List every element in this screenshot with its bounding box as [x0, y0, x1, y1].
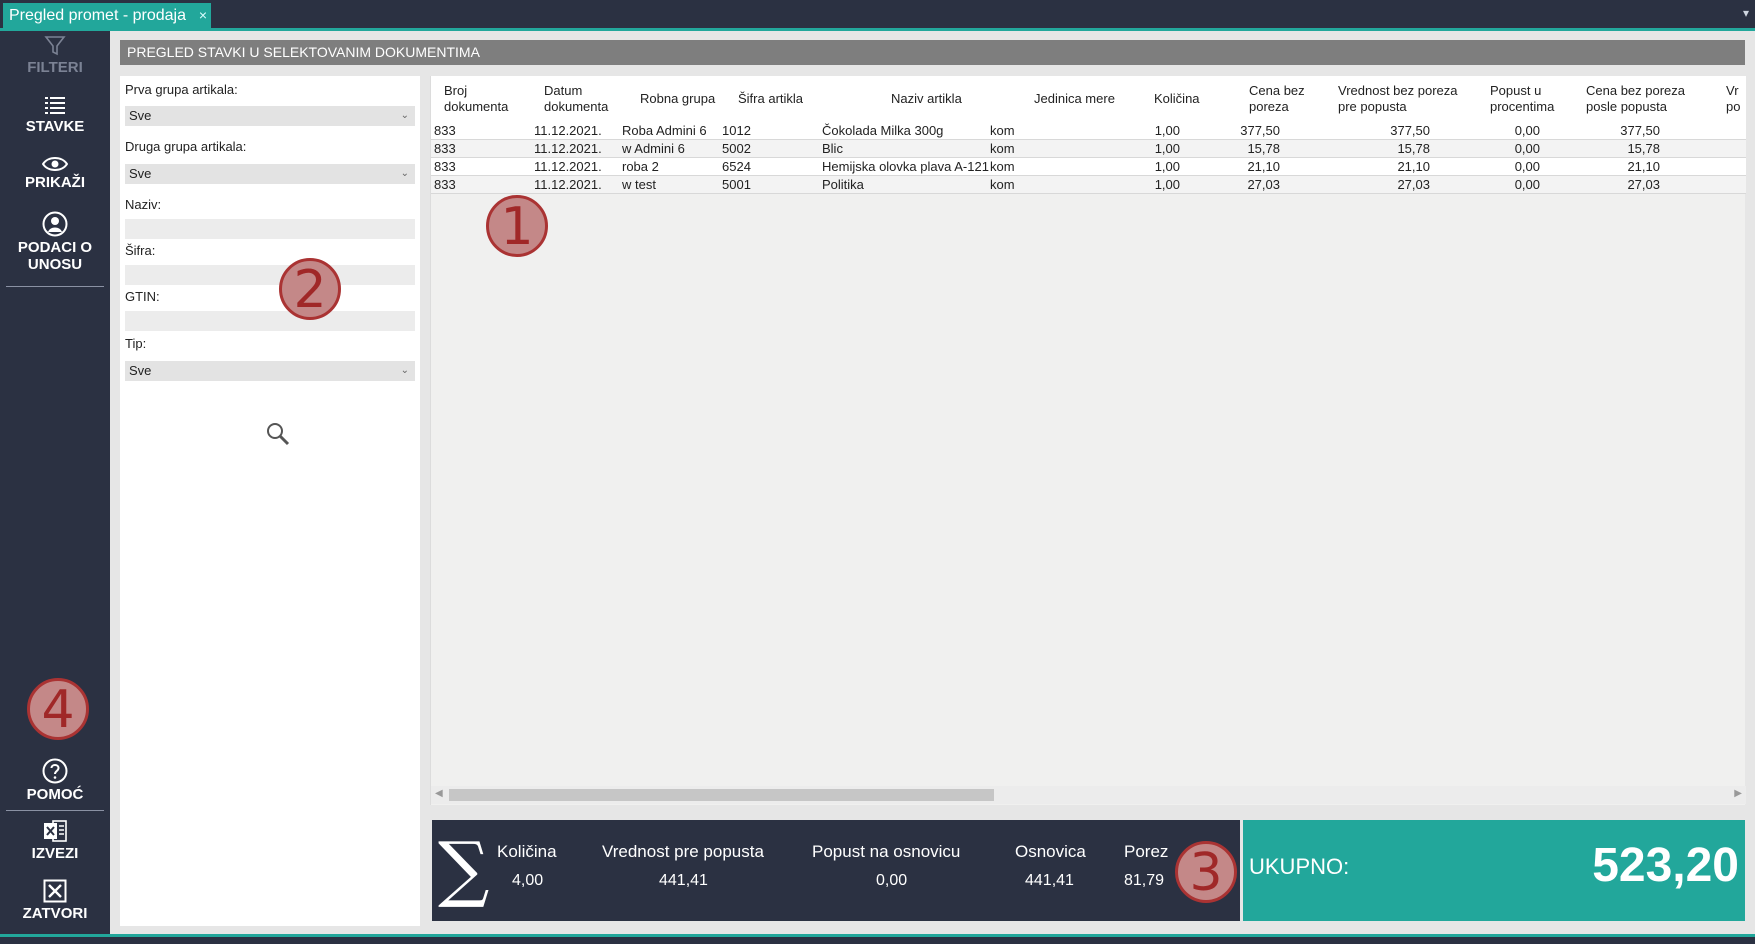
callout-1: 1: [486, 195, 548, 257]
col-vrednost-bez-poreza[interactable]: Vrednost bez poreza pre popusta: [1338, 76, 1478, 122]
druga-grupa-label: Druga grupa artikala:: [125, 139, 247, 154]
table-row[interactable]: 833 11.12.2021. roba 2 6524 Hemijska olo…: [431, 158, 1746, 176]
table-row[interactable]: 833 11.12.2021. w Admini 6 5002 Blic kom…: [431, 140, 1746, 158]
grand-total: UKUPNO: 523,20: [1243, 820, 1745, 921]
col-broj-dokumenta[interactable]: Broj dokumenta: [444, 76, 524, 122]
tab-menu-icon[interactable]: ▾: [1743, 6, 1749, 20]
zatvori-label: ZATVORI: [22, 905, 88, 922]
col-cena-bez-poreza[interactable]: Cena bez poreza: [1249, 76, 1319, 122]
prva-grupa-select[interactable]: Sve ⌄: [125, 106, 415, 126]
col-datum-dokumenta[interactable]: Datum dokumenta: [544, 76, 624, 122]
pomoc-button[interactable]: POMOĆ: [0, 758, 110, 803]
bottom-border: [0, 934, 1755, 937]
sifra-input[interactable]: [125, 265, 415, 285]
scroll-right-icon[interactable]: ▶: [1734, 788, 1742, 799]
druga-grupa-value: Sve: [129, 166, 152, 181]
col-kolicina[interactable]: Količina: [1154, 76, 1224, 122]
col-robna-grupa[interactable]: Robna grupa: [640, 76, 730, 122]
prva-grupa-label: Prva grupa artikala:: [125, 82, 238, 97]
pomoc-label: POMOĆ: [26, 786, 84, 803]
page-title: PREGLED STAVKI U SELEKTOVANIM DOKUMENTIM…: [120, 40, 1745, 65]
eye-icon: [42, 157, 68, 171]
gtin-input[interactable]: [125, 311, 415, 331]
col-cena-posle-popusta[interactable]: Cena bez poreza posle popusta: [1586, 76, 1696, 122]
callout-4: 4: [27, 678, 89, 740]
podaci-label-1: PODACI O: [17, 239, 93, 256]
excel-icon: [44, 820, 67, 842]
scroll-left-icon[interactable]: ◀: [435, 788, 443, 799]
tip-select[interactable]: Sve ⌄: [125, 361, 415, 381]
tip-label: Tip:: [125, 336, 147, 351]
col-naziv-artikla[interactable]: Naziv artikla: [891, 76, 1001, 122]
list-icon: [45, 97, 65, 114]
sidebar: FILTERI STAVKE PRIKAŽI PODACI O UNOSU PO…: [0, 31, 110, 934]
close-box-icon: [43, 879, 67, 903]
main-area: PREGLED STAVKI U SELEKTOVANIM DOKUMENTIM…: [110, 31, 1755, 934]
grid-header: Broj dokumenta Datum dokumenta Robna grupa…: [431, 76, 1746, 122]
naziv-label: Naziv:: [125, 197, 162, 212]
ukupno-label: UKUPNO:: [1249, 854, 1350, 879]
prva-grupa-value: Sve: [129, 108, 152, 123]
col-sifra-artikla[interactable]: Šifra artikla: [738, 76, 828, 122]
izvezi-label: IZVEZI: [31, 845, 79, 862]
prikazi-button[interactable]: PRIKAŽI: [0, 156, 110, 191]
close-icon[interactable]: ×: [199, 3, 207, 28]
search-icon[interactable]: [265, 421, 291, 447]
gtin-label: GTIN:: [125, 289, 160, 304]
table-row[interactable]: 833 11.12.2021. w test 5001 Politika kom…: [431, 176, 1746, 194]
sigma-icon: ∑: [438, 826, 490, 910]
prikazi-label: PRIKAŽI: [25, 174, 85, 191]
sidebar-divider: [6, 286, 104, 287]
filter-panel: Prva grupa artikala: Sve ⌄ Druga grupa a…: [120, 76, 420, 926]
col-popust-u-procentima[interactable]: Popust u procentima: [1490, 76, 1570, 122]
sifra-label: Šifra:: [125, 243, 156, 258]
druga-grupa-select[interactable]: Sve ⌄: [125, 164, 415, 184]
zatvori-button[interactable]: ZATVORI: [0, 879, 110, 922]
tab-title: Pregled promet - prodaja: [9, 7, 186, 24]
table-row[interactable]: 833 11.12.2021. Roba Admini 6 1012 Čokol…: [431, 122, 1746, 140]
help-icon: [42, 758, 68, 784]
podaci-label-2: UNOSU: [27, 256, 83, 273]
chevron-down-icon: ⌄: [400, 365, 409, 376]
filteri-button[interactable]: FILTERI: [0, 35, 110, 76]
sidebar-divider-2: [6, 810, 104, 811]
tab-bar: Pregled promet - prodaja × ▾: [0, 0, 1755, 30]
chevron-down-icon: ⌄: [400, 168, 409, 179]
tip-value: Sve: [129, 363, 152, 378]
podaci-o-unosu-button[interactable]: PODACI O UNOSU: [0, 211, 110, 273]
chevron-down-icon: ⌄: [400, 110, 409, 121]
callout-3: 3: [1175, 841, 1237, 903]
user-icon: [42, 211, 68, 237]
stavke-button[interactable]: STAVKE: [0, 96, 110, 135]
ukupno-value: 523,20: [1592, 839, 1739, 892]
filteri-label: FILTERI: [27, 59, 83, 76]
col-more[interactable]: Vr po: [1726, 76, 1746, 122]
filter-icon: [44, 36, 66, 56]
scrollbar-thumb[interactable]: [449, 789, 994, 801]
totals-panel: ∑ Količina 4,00 Vrednost pre popusta 441…: [432, 820, 1240, 921]
items-grid: Broj dokumenta Datum dokumenta Robna grupa…: [430, 76, 1746, 805]
col-jedinica-mere[interactable]: Jedinica mere: [1034, 76, 1134, 122]
horizontal-scrollbar[interactable]: ◀ ▶: [431, 786, 1746, 804]
callout-2: 2: [279, 258, 341, 320]
izvezi-button[interactable]: IZVEZI: [0, 819, 110, 862]
stavke-label: STAVKE: [25, 118, 85, 135]
naziv-input[interactable]: [125, 219, 415, 239]
tab-pregled-promet[interactable]: Pregled promet - prodaja ×: [3, 3, 211, 28]
